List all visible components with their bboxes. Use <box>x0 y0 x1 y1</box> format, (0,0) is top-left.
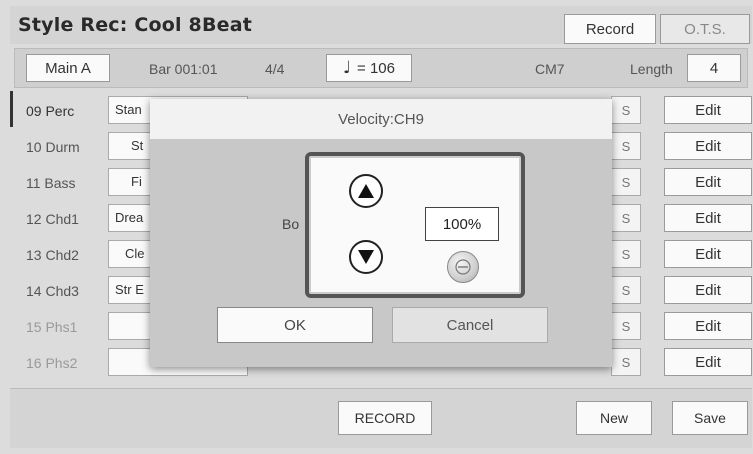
knob-icon[interactable] <box>447 251 479 283</box>
down-arrow-icon[interactable] <box>349 240 383 274</box>
velocity-panel: 100% <box>305 152 525 298</box>
tempo-button[interactable]: ♩ = 106 <box>326 54 412 82</box>
record-button[interactable]: RECORD <box>338 401 432 435</box>
track-name: 13 Chd2 <box>26 247 79 263</box>
edit-button[interactable]: Edit <box>664 240 752 268</box>
screen: Style Rec: Cool 8Beat Record O.T.S. Main… <box>0 0 753 454</box>
up-arrow-icon[interactable] <box>349 174 383 208</box>
edit-button[interactable]: Edit <box>664 204 752 232</box>
dialog-body: Bo 100% OK Cancel <box>150 139 612 367</box>
info-row: Main A Bar 001:01 4/4 ♩ = 106 CM7 Length… <box>14 48 748 88</box>
new-button[interactable]: New <box>576 401 652 435</box>
bar-position: Bar 001:01 <box>149 61 218 77</box>
solo-button[interactable]: S <box>611 348 641 376</box>
length-value[interactable]: 4 <box>687 54 741 82</box>
dialog-label: Bo <box>282 216 300 232</box>
track-name: 10 Durm <box>26 139 80 155</box>
solo-button[interactable]: S <box>611 276 641 304</box>
edit-button[interactable]: Edit <box>664 312 752 340</box>
solo-button[interactable]: S <box>611 240 641 268</box>
solo-button[interactable]: S <box>611 96 641 124</box>
solo-button[interactable]: S <box>611 312 641 340</box>
edit-button[interactable]: Edit <box>664 276 752 304</box>
track-name: 16 Phs2 <box>26 355 78 371</box>
save-button[interactable]: Save <box>672 401 748 435</box>
track-name: 14 Chd3 <box>26 283 79 299</box>
chord-display: CM7 <box>535 61 565 77</box>
velocity-dialog: Velocity:CH9 Bo 100% OK Cancel <box>150 99 612 367</box>
velocity-value[interactable]: 100% <box>425 207 499 241</box>
solo-button[interactable]: S <box>611 132 641 160</box>
title-bar: Style Rec: Cool 8Beat Record O.T.S. <box>10 6 752 44</box>
tempo-value: = 106 <box>357 59 395 77</box>
ok-button[interactable]: OK <box>217 307 373 343</box>
cancel-button[interactable]: Cancel <box>392 307 548 343</box>
solo-button[interactable]: S <box>611 168 641 196</box>
track-name: 15 Phs1 <box>26 319 78 335</box>
edit-button[interactable]: Edit <box>664 168 752 196</box>
page-title: Style Rec: Cool 8Beat <box>18 14 253 36</box>
time-signature: 4/4 <box>265 61 285 77</box>
tab-record[interactable]: Record <box>564 14 656 44</box>
tab-ots[interactable]: O.T.S. <box>660 14 750 44</box>
edit-button[interactable]: Edit <box>664 96 752 124</box>
solo-button[interactable]: S <box>611 204 641 232</box>
quarter-note-icon: ♩ <box>343 58 352 78</box>
edit-button[interactable]: Edit <box>664 348 752 376</box>
length-label: Length <box>630 61 673 77</box>
section-button[interactable]: Main A <box>26 54 110 82</box>
dialog-title: Velocity:CH9 <box>150 99 612 139</box>
bottom-bar: RECORD New Save <box>10 388 752 448</box>
track-name: 09 Perc <box>26 103 75 119</box>
selected-track-indicator <box>10 91 13 127</box>
track-name: 11 Bass <box>26 175 76 191</box>
track-name: 12 Chd1 <box>26 211 79 227</box>
edit-button[interactable]: Edit <box>664 132 752 160</box>
